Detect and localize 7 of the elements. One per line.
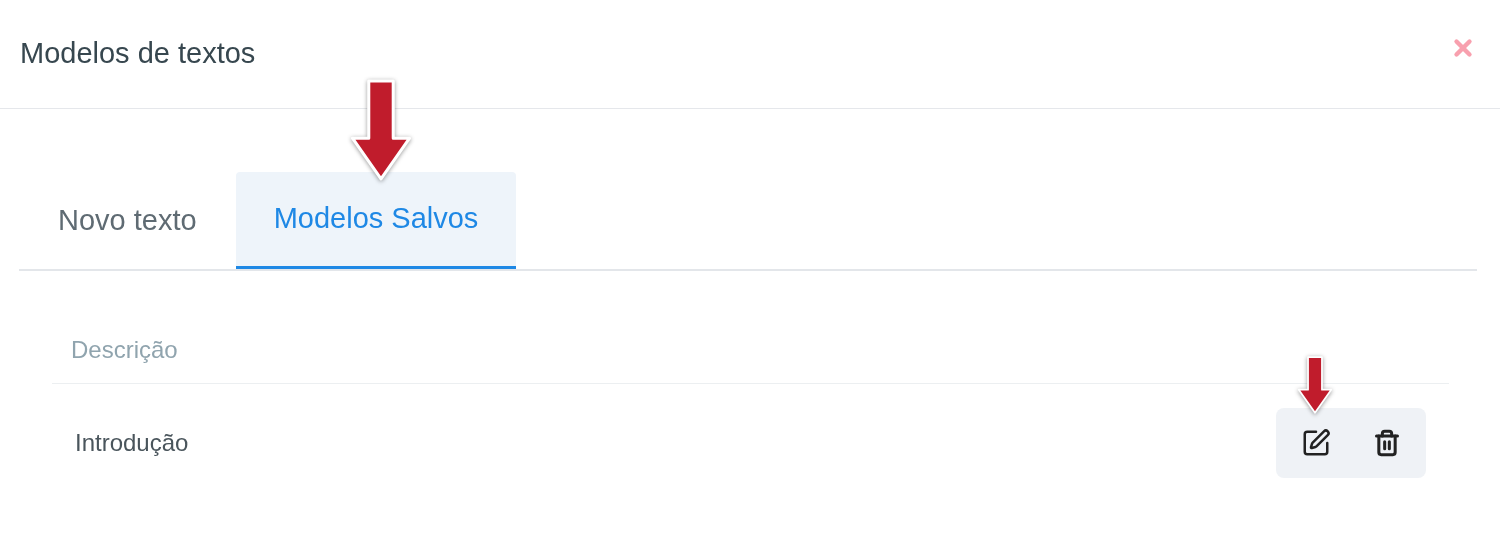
- table-cell-text: Introdução: [75, 428, 189, 458]
- tab[interactable]: Modelos Salvos: [235, 172, 517, 269]
- delete-button[interactable]: [1373, 429, 1401, 457]
- edit-button[interactable]: [1301, 428, 1331, 458]
- column-header: Descrição: [71, 334, 178, 365]
- dialog-title: Modelos de textos: [20, 36, 256, 72]
- tab[interactable]: Novo texto: [19, 172, 236, 269]
